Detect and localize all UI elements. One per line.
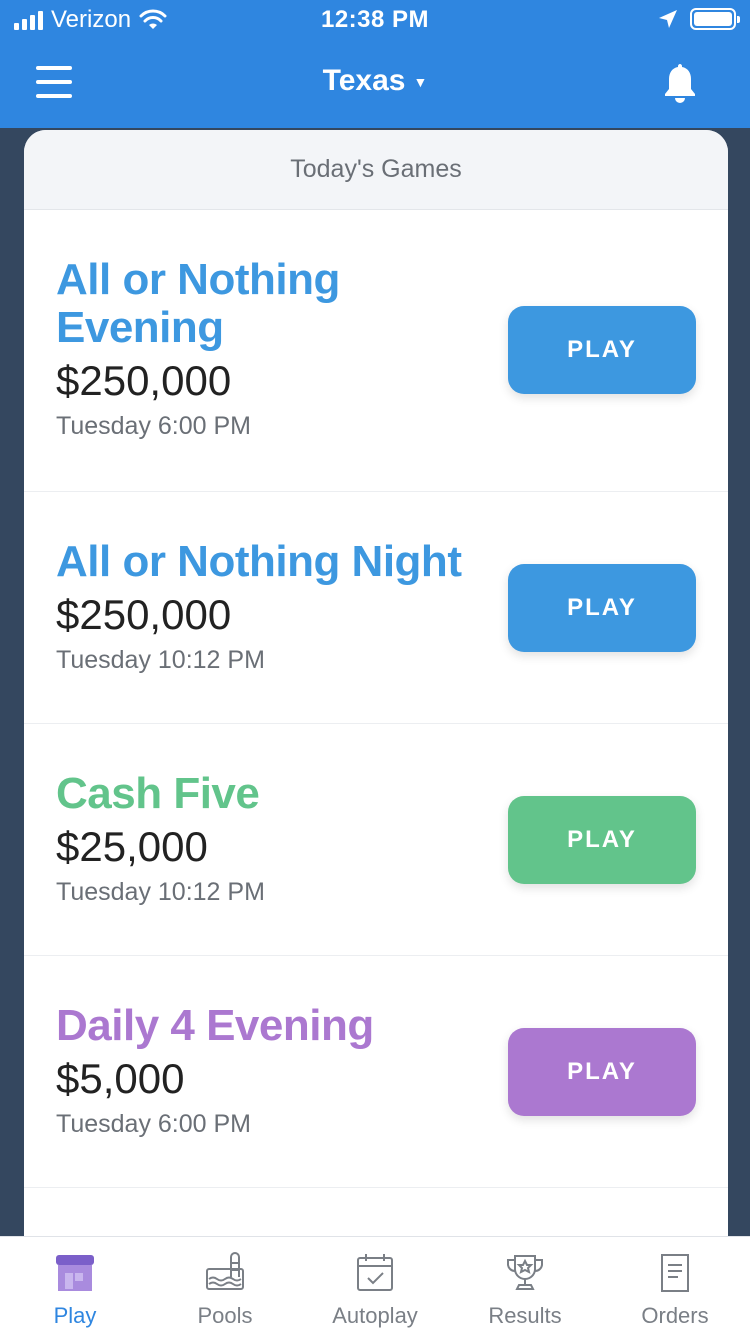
tab-results[interactable]: Results [450,1237,600,1334]
tab-pools[interactable]: Pools [150,1237,300,1334]
play-button[interactable]: PLAY [508,306,696,394]
game-draw-time: Tuesday 6:00 PM [56,412,252,440]
tab-bar: Play Pools Autoplay Results Orders [0,1236,750,1334]
tab-orders[interactable]: Orders [600,1237,750,1334]
battery-icon [690,8,740,30]
status-time: 12:38 PM [320,6,430,33]
game-row: Cash Five $25,000 Tuesday 10:12 PM PLAY [24,724,728,956]
receipt-icon [661,1254,689,1292]
status-right [658,8,740,30]
tab-label: Autoplay [332,1303,418,1328]
games-card: Today's Games All or Nothing Evening $25… [24,130,728,1236]
game-row: All or Nothing Evening $250,000 Tuesday … [24,210,728,492]
trophy-icon [507,1255,543,1290]
game-row: All or Nothing Night $250,000 Tuesday 10… [24,492,728,724]
play-button[interactable]: PLAY [508,564,696,652]
state-selector-label: Texas [322,64,406,97]
tab-autoplay[interactable]: Autoplay [300,1237,450,1334]
card-title: Today's Games [24,130,728,210]
store-icon [56,1255,94,1291]
calendar-check-icon [357,1254,393,1291]
tab-label: Results [488,1303,562,1328]
play-button[interactable]: PLAY [508,1028,696,1116]
status-bar: Verizon 12:38 PM [0,0,750,40]
top-bar: Verizon 12:38 PM Texas ▼ [0,0,750,128]
tab-label: Pools [197,1303,253,1328]
tab-play[interactable]: Play [0,1237,150,1334]
app-header: Texas ▼ [0,40,750,128]
tab-label: Orders [641,1303,709,1328]
play-button[interactable]: PLAY [508,796,696,884]
bell-icon[interactable] [662,62,698,104]
state-selector[interactable]: Texas ▼ [0,64,750,98]
pool-icon [206,1252,244,1290]
caret-down-icon: ▼ [413,74,428,91]
tab-label: Play [53,1303,97,1328]
game-row: Daily 4 Evening $5,000 Tuesday 6:00 PM P… [24,956,728,1188]
location-arrow-icon [659,10,677,28]
